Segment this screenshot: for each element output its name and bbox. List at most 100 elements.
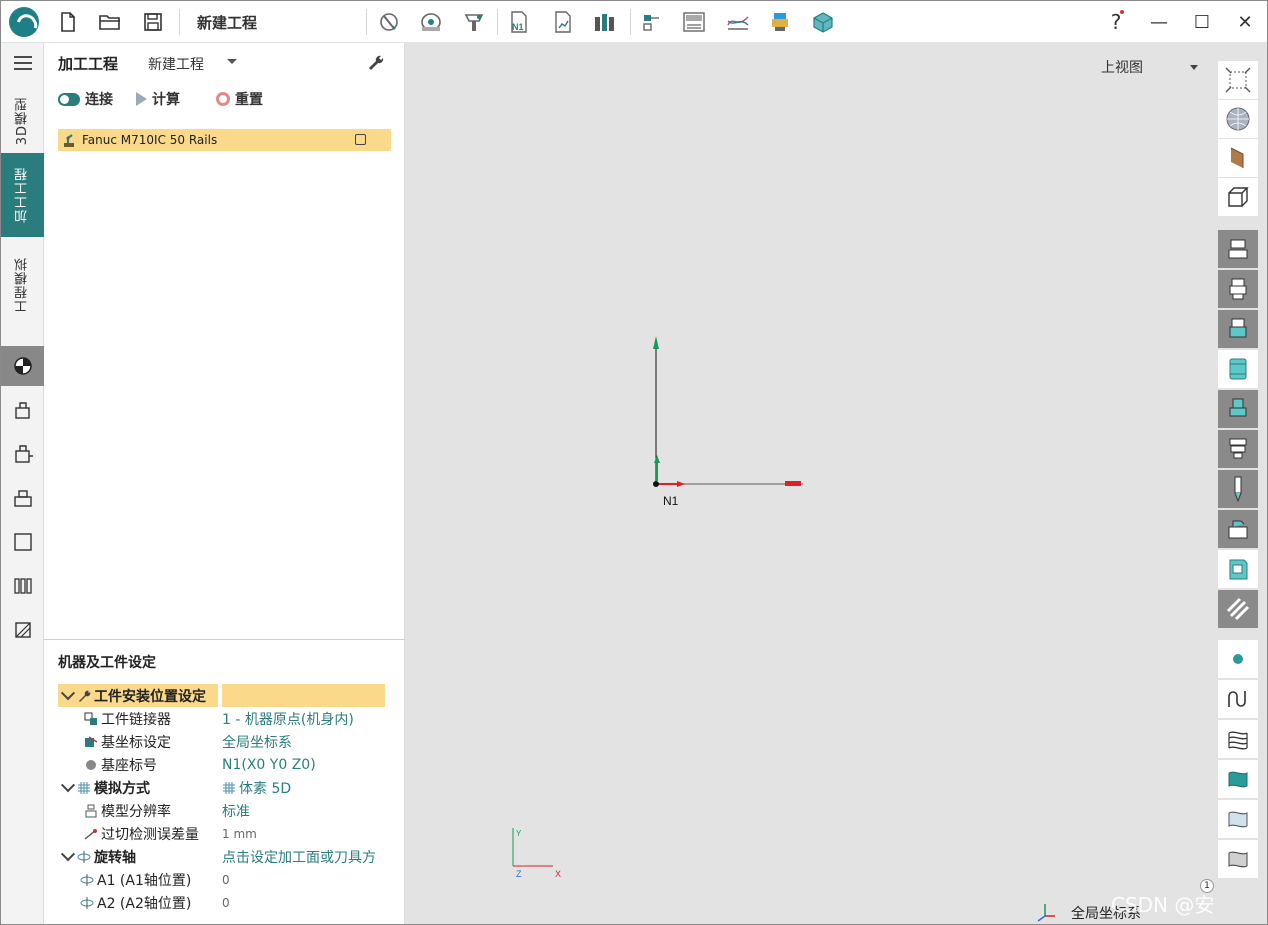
save-icon[interactable]: [141, 10, 165, 34]
wrench-icon: [79, 690, 91, 702]
new-file-icon[interactable]: [56, 10, 80, 34]
machine-disk-icon[interactable]: [1, 346, 44, 386]
help-button[interactable]: ?: [1101, 9, 1131, 35]
fit-view-icon[interactable]: [1218, 61, 1258, 99]
voxel-icon: [223, 781, 235, 794]
report-chart-icon[interactable]: [551, 10, 575, 34]
coordinate-icon: [85, 735, 98, 747]
prop-row[interactable]: A2 (A2轴位置) 0: [58, 891, 391, 914]
3d-box-icon[interactable]: [811, 10, 835, 34]
prop-row[interactable]: 模型分辨率 标准: [58, 799, 391, 822]
chevron-down-icon[interactable]: [227, 59, 237, 64]
close-button[interactable]: ✕: [1230, 9, 1260, 35]
chevron-down-icon[interactable]: [60, 685, 76, 700]
title-bar: 新建工程 N1 ? — ☐ ✕: [1, 1, 1267, 43]
scene-canvas: N1 Y Z X: [512, 336, 1055, 922]
panel-title: 加工工程: [58, 55, 119, 73]
project-name-dropdown[interactable]: 新建工程: [148, 54, 204, 74]
prop-row[interactable]: 模拟方式 体素 5D: [58, 776, 391, 799]
triad-z-label: Z: [516, 869, 522, 879]
x-arrow: [785, 481, 801, 486]
3d-viewport[interactable]: 上视图 N1 Y Z X 全局坐标系: [405, 43, 1215, 924]
hamburger-menu-icon[interactable]: [1, 43, 44, 83]
triad-y-label: Y: [516, 829, 522, 838]
surface-filled-icon[interactable]: [1218, 760, 1258, 798]
machine-part-3-icon[interactable]: [1218, 310, 1258, 348]
surface-light-icon[interactable]: [1218, 800, 1258, 838]
y-arrow: [653, 336, 659, 349]
connector-icon[interactable]: [640, 10, 664, 34]
maximize-button[interactable]: ☐: [1187, 9, 1217, 35]
machine-part-5-icon[interactable]: [1218, 390, 1258, 428]
gouge-check-icon: [84, 828, 97, 840]
chevron-down-icon[interactable]: [60, 777, 76, 792]
tool-path-icon[interactable]: [377, 10, 401, 34]
play-icon: [136, 92, 147, 106]
program-icon[interactable]: [1, 610, 44, 650]
tab-simulation[interactable]: 工程模拟: [1, 241, 44, 329]
point-icon[interactable]: [1218, 640, 1258, 678]
controller-icon[interactable]: [682, 10, 706, 34]
chevron-down-icon[interactable]: [60, 846, 76, 861]
machine-part-2-icon[interactable]: [1218, 270, 1258, 308]
sphere-view-icon[interactable]: [1218, 100, 1258, 138]
app-window: 新建工程 N1 ? — ☐ ✕ 3D模型 加工工程 工程模拟 加工工程 新建工程…: [0, 0, 1268, 925]
rotation-axis-icon: [80, 896, 94, 909]
tool-holder-icon[interactable]: [462, 10, 486, 34]
hatch-icon[interactable]: [1218, 590, 1258, 628]
visibility-box-icon[interactable]: [355, 134, 366, 145]
curve-graph-icon[interactable]: [726, 10, 750, 34]
right-toolbar: [1215, 43, 1267, 924]
prop-row[interactable]: 旋转轴 点击设定加工面或刀具方: [58, 845, 391, 868]
reset-icon: [216, 92, 230, 106]
prop-row[interactable]: A1 (A1轴位置) 0: [58, 868, 391, 891]
panel-divider: [44, 639, 405, 640]
minimize-button[interactable]: —: [1144, 9, 1174, 35]
machine-part-4-icon[interactable]: [1218, 350, 1258, 388]
robot-icon: [64, 134, 74, 147]
surface-lines-icon[interactable]: [1218, 720, 1258, 758]
reset-button[interactable]: 重置: [216, 89, 263, 109]
coordinate-system-icon: [1037, 904, 1055, 922]
printer-icon[interactable]: [768, 10, 792, 34]
cutter-icon[interactable]: [1218, 470, 1258, 508]
tool-set-icon[interactable]: [1, 566, 44, 606]
solid-shade-icon[interactable]: [1218, 139, 1258, 177]
nc-program-icon[interactable]: N1: [507, 10, 531, 34]
surface-gray-icon[interactable]: [1218, 840, 1258, 878]
prop-row[interactable]: 工件安装位置设定: [58, 684, 391, 707]
svg-text:N1: N1: [512, 22, 524, 32]
tab-3d-model[interactable]: 3D模型: [1, 89, 44, 153]
resolution-icon: [85, 804, 97, 817]
origin-label: N1: [663, 494, 679, 508]
prop-row[interactable]: 基座标号 N1(X0 Y0 Z0): [58, 753, 391, 776]
prop-row[interactable]: 过切检测误差量 1 mm: [58, 822, 391, 845]
part-icon[interactable]: [1, 522, 44, 562]
tree-item-machine[interactable]: Fanuc M710IC 50 Rails: [58, 129, 391, 151]
prop-row[interactable]: 工件链接器 1 - 机器原点(机身内): [58, 707, 391, 730]
holder-stock-icon[interactable]: [1218, 510, 1258, 548]
transform-icon[interactable]: [1, 434, 44, 474]
connect-button[interactable]: 连接: [58, 89, 113, 109]
workpiece-shape-icon[interactable]: [1218, 550, 1258, 588]
workpiece-icon[interactable]: [419, 10, 443, 34]
machine-part-1-icon[interactable]: [1218, 230, 1258, 268]
wrench-icon[interactable]: [366, 53, 384, 75]
property-grid: 工件安装位置设定 工件链接器 1 - 机器原点(机身内) 基坐标设定 全局坐标系…: [58, 684, 391, 924]
side-tab-strip: 3D模型 加工工程 工程模拟: [1, 43, 44, 924]
stock-icon[interactable]: [1, 478, 44, 518]
notification-badge[interactable]: 1: [1200, 879, 1214, 893]
tool-library-icon[interactable]: [593, 10, 617, 34]
rotation-axis-icon: [77, 850, 91, 863]
curve-icon[interactable]: [1218, 680, 1258, 718]
tab-machining-project[interactable]: 加工工程: [1, 153, 44, 237]
open-folder-icon[interactable]: [98, 10, 122, 34]
prop-row[interactable]: 基坐标设定 全局坐标系: [58, 730, 391, 753]
project-title: 新建工程: [197, 14, 258, 32]
machine-part-6-icon[interactable]: [1218, 430, 1258, 468]
rotation-axis-icon: [80, 873, 94, 886]
app-logo: [9, 7, 39, 37]
compute-button[interactable]: 计算: [136, 89, 180, 109]
fixture-icon[interactable]: [1, 390, 44, 430]
wireframe-box-icon[interactable]: [1218, 178, 1258, 216]
